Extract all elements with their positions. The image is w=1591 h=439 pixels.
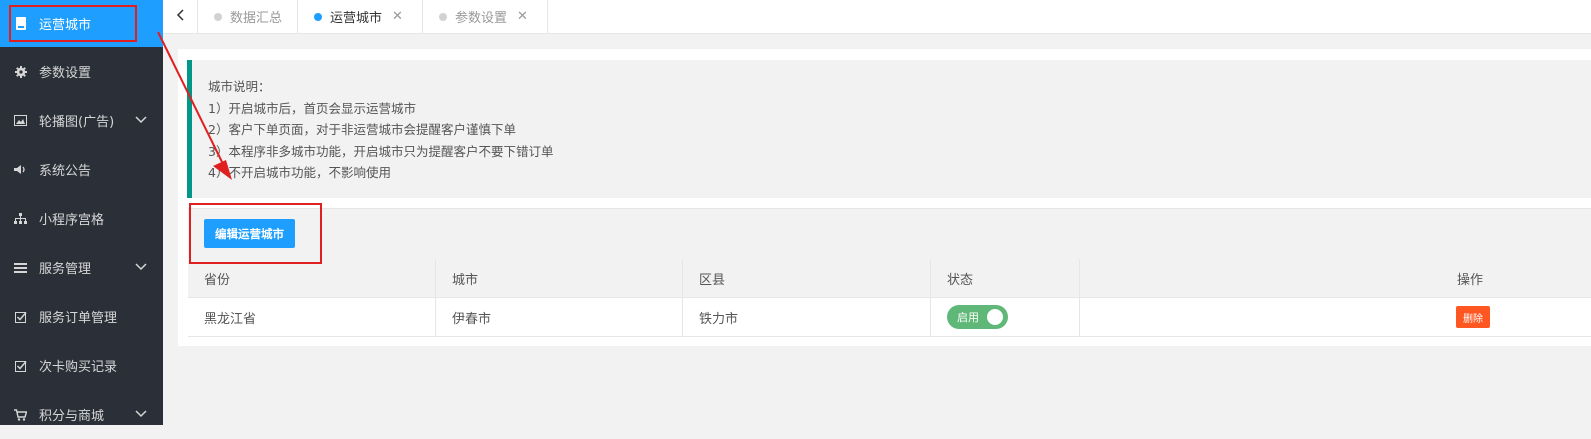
- notice-line: 4）不开启城市功能，不影响使用: [208, 165, 391, 180]
- chevron-left-icon: [176, 8, 184, 25]
- chevron-down-icon: [135, 407, 147, 422]
- tab-bar: 数据汇总 运营城市 ✕ 参数设置 ✕: [163, 0, 1591, 34]
- chevron-down-icon: [135, 260, 147, 275]
- sidebar-item-label: 服务管理: [39, 262, 92, 277]
- checkbox-icon: [14, 359, 27, 372]
- tab-settings[interactable]: 参数设置 ✕: [423, 0, 548, 33]
- sitemap-icon: [14, 212, 27, 225]
- table-row: 黑龙江省 伊春市 铁力市 启用 删除: [188, 298, 1591, 337]
- table-toolbar: [188, 208, 1591, 260]
- highlight-box-sidebar: [9, 5, 137, 42]
- close-icon[interactable]: ✕: [517, 9, 528, 24]
- close-icon[interactable]: ✕: [392, 9, 403, 24]
- tab-dot-icon: [214, 12, 222, 21]
- sidebar-item-label: 轮播图(广告): [39, 115, 115, 130]
- sidebar-item-settings[interactable]: 参数设置: [0, 47, 163, 96]
- sidebar-item-label: 系统公告: [39, 164, 92, 179]
- notice-title: 城市说明：: [208, 79, 271, 94]
- header-status: 状态: [931, 259, 1080, 297]
- notice-line: 3）本程序非多城市功能，开启城市只为提醒客户不要下错订单: [208, 143, 554, 159]
- toggle-knob: [987, 309, 1003, 325]
- cell-city: 伊春市: [436, 298, 683, 336]
- cell-district: 铁力市: [683, 298, 931, 336]
- sidebar-item-label: 小程序宫格: [39, 213, 105, 228]
- notice-line: 1）开启城市后，首页会显示运营城市: [208, 100, 416, 116]
- sidebar: 运营城市 参数设置 轮播图(广告) 系统公告 小程序宫格 服务管理 服务订单管理…: [0, 0, 163, 425]
- toggle-label: 启用: [957, 311, 979, 324]
- sidebar-item-label: 积分与商城: [39, 409, 105, 424]
- sidebar-item-announcement[interactable]: 系统公告: [0, 145, 163, 194]
- sidebar-item-card-records[interactable]: 次卡购买记录: [0, 341, 163, 390]
- sidebar-item-service[interactable]: 服务管理: [0, 243, 163, 292]
- city-notice: 城市说明： 1）开启城市后，首页会显示运营城市 2）客户下单页面，对于非运营城市…: [187, 60, 1591, 198]
- tab-label: 数据汇总: [230, 11, 283, 26]
- sidebar-item-banner[interactable]: 轮播图(广告): [0, 96, 163, 145]
- tab-scroll-left-button[interactable]: [163, 0, 198, 33]
- cell-status: 启用: [931, 298, 1080, 336]
- city-table: 省份 城市 区县 状态 操作 黑龙江省 伊春市 铁力市 启用 删除: [188, 259, 1591, 337]
- sidebar-item-label: 参数设置: [39, 66, 92, 81]
- tab-label: 运营城市: [330, 11, 383, 26]
- cell-actions: [1080, 298, 1591, 336]
- sidebar-item-label: 服务订单管理: [39, 311, 118, 326]
- tab-city[interactable]: 运营城市 ✕: [298, 0, 423, 33]
- list-icon: [14, 261, 27, 274]
- cell-province: 黑龙江省: [188, 298, 436, 336]
- speaker-icon: [14, 163, 27, 176]
- delete-button[interactable]: 删除: [1456, 306, 1490, 328]
- sidebar-item-service-orders[interactable]: 服务订单管理: [0, 292, 163, 341]
- header-actions-label: 操作: [1457, 272, 1484, 288]
- tab-dot-icon: [439, 12, 447, 21]
- status-toggle[interactable]: 启用: [947, 305, 1008, 329]
- header-city: 城市: [436, 259, 683, 297]
- tab-dot-icon: [314, 12, 322, 21]
- sidebar-item-points-mall[interactable]: 积分与商城: [0, 390, 163, 439]
- sidebar-item-grid[interactable]: 小程序宫格: [0, 194, 163, 243]
- table-header: 省份 城市 区县 状态 操作: [188, 259, 1591, 298]
- checkbox-icon: [14, 310, 27, 323]
- header-district: 区县: [683, 259, 931, 297]
- header-actions: 操作: [1080, 259, 1591, 297]
- cart-icon: [14, 408, 27, 421]
- chevron-down-icon: [135, 113, 147, 128]
- highlight-box-edit-button: [189, 203, 322, 264]
- gear-icon: [14, 65, 27, 78]
- notice-line: 2）客户下单页面，对于非运营城市会提醒客户谨慎下单: [208, 122, 516, 137]
- header-province: 省份: [188, 259, 436, 297]
- sidebar-item-label: 次卡购买记录: [39, 360, 118, 375]
- tab-dashboard[interactable]: 数据汇总: [198, 0, 298, 33]
- tab-label: 参数设置: [455, 11, 508, 26]
- image-icon: [14, 114, 27, 127]
